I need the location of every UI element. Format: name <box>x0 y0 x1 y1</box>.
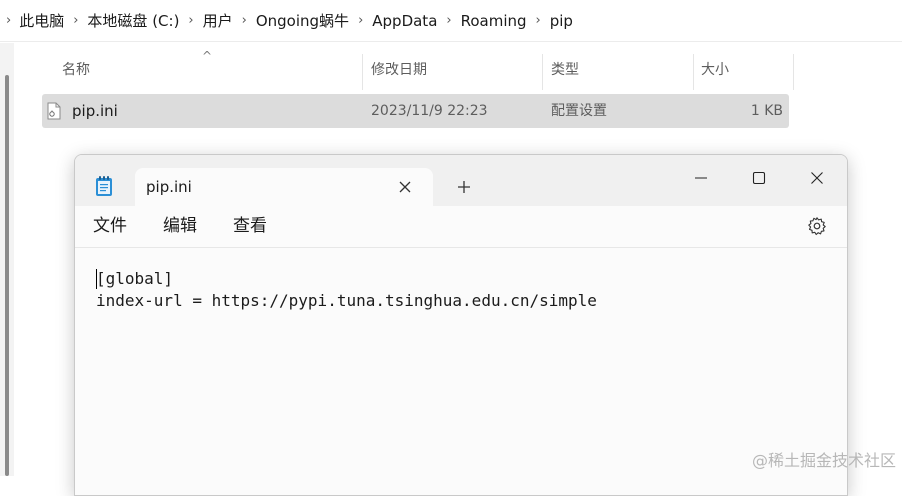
column-header-modified[interactable]: 修改日期 <box>371 50 427 90</box>
menu-file[interactable]: 文件 <box>93 206 127 247</box>
file-type: 配置设置 <box>551 103 607 119</box>
notepad-window: pip.ini 文件 编辑 查看 [global] index-url = ht… <box>74 154 848 496</box>
breadcrumb-local-disk[interactable]: 本地磁盘 (C:) <box>87 10 179 31</box>
tab-pip-ini[interactable]: pip.ini <box>135 168 433 206</box>
scrollbar-thumb[interactable] <box>5 75 9 476</box>
editor-line-2: index-url = https://pypi.tuna.tsinghua.e… <box>96 291 597 310</box>
chevron-right-icon[interactable]: › <box>527 13 550 28</box>
chevron-right-icon[interactable]: › <box>233 13 256 28</box>
settings-gear-icon[interactable] <box>807 216 827 236</box>
close-window-icon[interactable] <box>797 161 837 195</box>
watermark: @稀土掘金技术社区 <box>751 451 896 470</box>
notepad-app-icon <box>96 176 112 196</box>
column-divider[interactable] <box>693 54 694 90</box>
breadcrumb-user-folder[interactable]: Ongoing蜗牛 <box>256 10 349 31</box>
text-editor[interactable]: [global] index-url = https://pypi.tuna.t… <box>75 248 847 495</box>
tab-title: pip.ini <box>146 178 192 196</box>
chevron-right-icon[interactable]: › <box>179 13 202 28</box>
ini-file-icon <box>47 102 61 120</box>
chevron-right-icon[interactable]: › <box>0 13 19 28</box>
add-tab-icon[interactable] <box>452 175 476 199</box>
nav-pane-scrollbar[interactable] <box>0 43 14 476</box>
menu-bar: 文件 编辑 查看 <box>75 206 847 248</box>
file-size: 1 KB <box>750 103 783 119</box>
file-row-pip-ini[interactable]: pip.ini 2023/11/9 22:23 配置设置 1 KB <box>42 94 789 128</box>
close-tab-icon[interactable] <box>395 177 415 197</box>
file-name: pip.ini <box>72 102 118 120</box>
maximize-icon[interactable] <box>739 161 779 195</box>
chevron-right-icon[interactable]: › <box>349 13 372 28</box>
column-divider[interactable] <box>362 54 363 90</box>
chevron-right-icon[interactable]: › <box>437 13 460 28</box>
file-list-header: ^ 名称 修改日期 类型 大小 <box>42 49 794 90</box>
column-divider[interactable] <box>542 54 543 90</box>
address-breadcrumb: › 此电脑 › 本地磁盘 (C:) › 用户 › Ongoing蜗牛 › App… <box>0 0 902 42</box>
menu-edit[interactable]: 编辑 <box>163 206 197 247</box>
title-bar[interactable]: pip.ini <box>75 155 847 206</box>
column-divider[interactable] <box>793 54 794 90</box>
column-header-size[interactable]: 大小 <box>701 50 729 90</box>
breadcrumb-pip[interactable]: pip <box>550 12 573 30</box>
menu-view[interactable]: 查看 <box>233 206 267 247</box>
minimize-icon[interactable] <box>681 161 721 195</box>
sort-ascending-icon: ^ <box>202 49 213 63</box>
breadcrumb-users[interactable]: 用户 <box>203 10 233 31</box>
file-modified: 2023/11/9 22:23 <box>371 103 488 119</box>
chevron-right-icon[interactable]: › <box>64 13 87 28</box>
editor-line-1: [global] <box>96 269 174 288</box>
column-header-name[interactable]: 名称 <box>62 50 90 90</box>
breadcrumb-appdata[interactable]: AppData <box>372 12 437 30</box>
breadcrumb-this-pc[interactable]: 此电脑 <box>19 10 64 31</box>
breadcrumb-roaming[interactable]: Roaming <box>461 12 527 30</box>
column-header-type[interactable]: 类型 <box>551 50 579 90</box>
